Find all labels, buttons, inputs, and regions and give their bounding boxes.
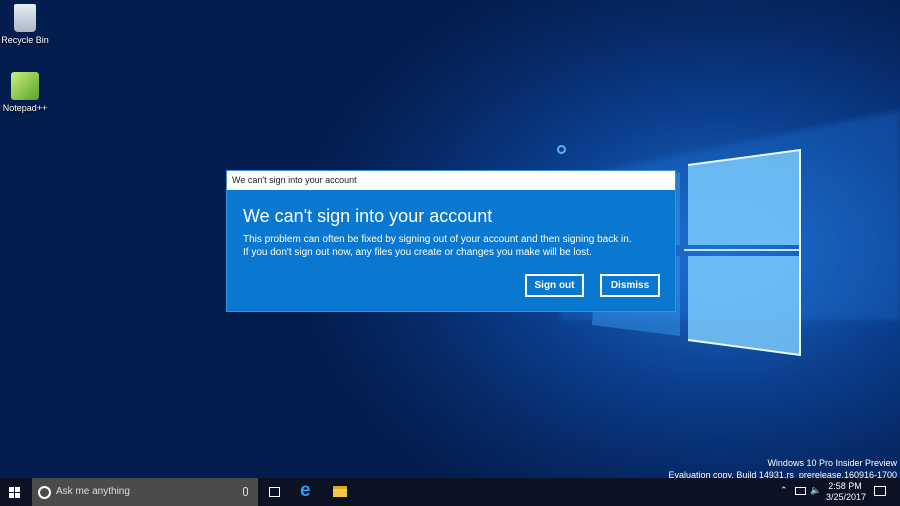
start-button[interactable]	[9, 487, 20, 498]
desktop-icon-notepad-plus-plus[interactable]: Notepad++	[0, 72, 50, 113]
edge-browser-icon[interactable]: e	[300, 481, 311, 501]
sign-in-error-dialog: We can't sign into your account We can't…	[226, 170, 676, 312]
desktop-icon-label: Notepad++	[2, 103, 48, 113]
clock[interactable]: 2:58 PM 3/25/2017	[826, 481, 867, 503]
desktop-icon-recycle-bin[interactable]: Recycle Bin	[0, 4, 50, 45]
clock-date: 3/25/2017	[826, 492, 867, 502]
file-explorer-icon[interactable]	[333, 486, 347, 497]
microphone-icon[interactable]	[243, 487, 248, 496]
busy-cursor	[557, 145, 566, 154]
recycle-bin-icon	[14, 4, 36, 32]
desktop-icon-label: Recycle Bin	[1, 35, 49, 45]
search-placeholder: Ask me anything	[56, 486, 130, 497]
volume-icon[interactable]: 🔈	[810, 485, 821, 496]
taskbar: Ask me anything e ⌃ 🔈 2:58 PM 3/25/2017	[0, 478, 900, 506]
action-center-icon[interactable]	[874, 486, 886, 496]
dialog-body-line-2: If you don't sign out now, any files you…	[243, 247, 592, 258]
sign-out-button[interactable]: Sign out	[525, 274, 584, 297]
dialog-titlebar: We can't sign into your account	[227, 171, 675, 190]
show-hidden-icons-chevron-icon[interactable]: ⌃	[780, 485, 788, 496]
network-icon[interactable]	[795, 487, 806, 495]
dialog-heading: We can't sign into your account	[243, 206, 493, 226]
notepad-plus-plus-icon	[11, 72, 39, 100]
dismiss-button[interactable]: Dismiss	[600, 274, 660, 297]
watermark-edition: Windows 10 Pro Insider Preview	[767, 458, 897, 468]
dialog-body-line-1: This problem can often be fixed by signi…	[243, 234, 632, 245]
clock-time: 2:58 PM	[828, 481, 862, 491]
cortana-search-box[interactable]: Ask me anything	[32, 478, 258, 506]
cortana-icon	[38, 486, 51, 499]
task-view-icon[interactable]	[269, 487, 280, 497]
